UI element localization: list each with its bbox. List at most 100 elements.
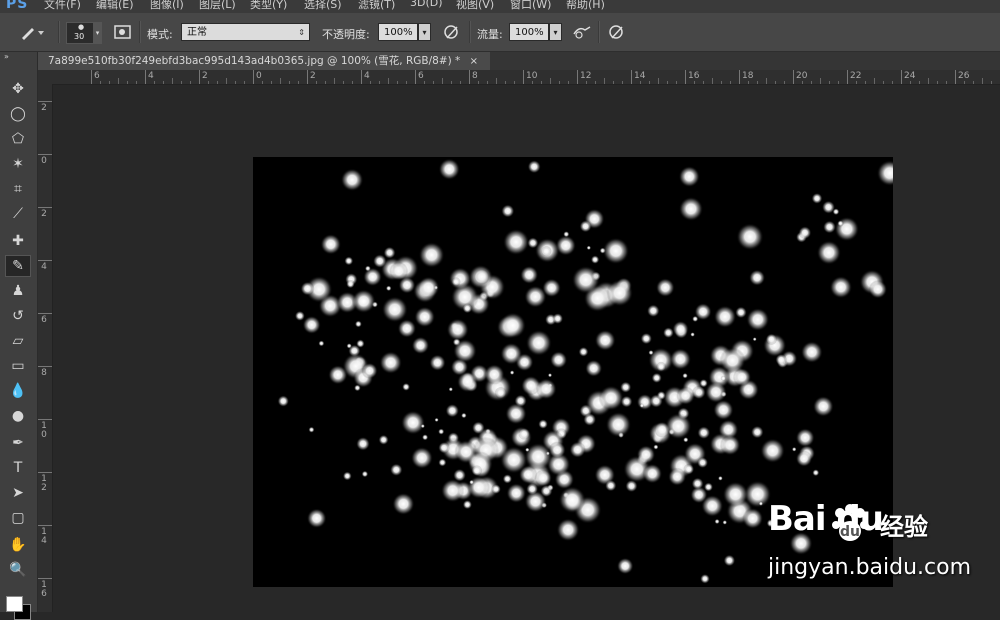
snowflake [402, 382, 411, 391]
snowflake [701, 494, 724, 517]
rectangle-tool[interactable]: ▢ [5, 507, 31, 529]
snowflake [356, 436, 370, 451]
menu-item[interactable]: 窗口(W) [510, 0, 551, 12]
magic-wand-tool[interactable]: ✶ [5, 153, 31, 175]
mode-value: 正常 [187, 27, 207, 38]
spot-healing-tool[interactable]: ✚ [5, 230, 31, 252]
menu-item[interactable]: 3D(D) [410, 0, 443, 9]
document-tab-strip: 7a899e510fb30f249ebfd3bac995d143ad4b0365… [0, 52, 1000, 70]
document-tab[interactable]: 7a899e510fb30f249ebfd3bac995d143ad4b0365… [38, 52, 491, 70]
ruler-h-label: 4 [148, 71, 154, 81]
airbrush-icon[interactable] [571, 22, 593, 42]
crop-tool[interactable]: ⌗ [5, 178, 31, 200]
snowflake [697, 457, 709, 469]
snowflake [798, 226, 812, 240]
type-tool[interactable]: T [5, 457, 31, 479]
snowflake [649, 394, 663, 408]
menu-item[interactable]: 视图(V) [456, 0, 494, 12]
svg-text:du: du [840, 524, 860, 540]
snowflake [411, 336, 430, 355]
elliptical-marquee-icon: ◯ [10, 106, 26, 122]
snowflake [351, 289, 376, 314]
snowflake [389, 261, 409, 281]
snowflake [453, 339, 477, 363]
menu-item[interactable]: 图像(I) [150, 0, 184, 12]
pressure-size-icon[interactable] [606, 22, 628, 42]
horizontal-ruler: 6 4 2 0 2 4 6 8 10 12 14 16 18 20 22 24 26 [38, 70, 1000, 85]
snowflake [527, 237, 539, 249]
pen-tool[interactable]: ✒ [5, 432, 31, 454]
baidu-jingyan-text: 经验 [880, 513, 928, 541]
foreground-color-swatch[interactable] [6, 596, 23, 612]
snowflake [320, 234, 342, 255]
opacity-input[interactable]: 100% [378, 23, 418, 41]
snowflake [669, 348, 692, 370]
snowflake [418, 242, 445, 268]
snowflake [524, 285, 547, 308]
snowflake [518, 427, 531, 440]
snowflake [723, 554, 736, 567]
snowflake [722, 520, 728, 525]
snowflake [500, 342, 523, 365]
menu-item[interactable]: 编辑(E) [96, 0, 134, 12]
polygonal-lasso-tool[interactable]: ⬠ [5, 128, 31, 150]
snowflake [451, 277, 461, 287]
snowflake [397, 319, 417, 338]
snowflake [642, 463, 663, 484]
opacity-dropdown-button[interactable]: ▾ [418, 23, 431, 41]
ruler-v-label: 12 [41, 474, 47, 493]
brush-preset-icon[interactable] [18, 22, 44, 42]
flow-input[interactable]: 100% [509, 23, 549, 41]
move-tool[interactable]: ✥ [5, 78, 31, 100]
flow-dropdown-button[interactable]: ▾ [549, 23, 562, 41]
snowflake [306, 508, 327, 529]
app-logo: PS [6, 0, 29, 12]
pressure-opacity-icon[interactable] [441, 22, 463, 42]
snowflake [639, 403, 645, 408]
menu-item[interactable]: 选择(S) [304, 0, 342, 12]
gradient-tool[interactable]: ▭ [5, 355, 31, 377]
menu-item[interactable]: 类型(Y) [250, 0, 287, 12]
snowflake [308, 426, 315, 433]
ruler-h-label: 16 [688, 71, 700, 81]
snowflake [535, 378, 557, 400]
snowflake [534, 469, 552, 487]
close-icon[interactable]: × [470, 56, 478, 67]
snowflake [506, 483, 527, 503]
dodge-tool[interactable]: ● [5, 405, 31, 427]
hand-tool[interactable]: ✋ [5, 534, 31, 556]
snowflake [816, 240, 842, 265]
snowflake [277, 395, 290, 407]
snowflake [473, 268, 490, 285]
history-brush-tool[interactable]: ↺ [5, 305, 31, 327]
snowflake [646, 304, 660, 318]
ruler-v-label: 6 [41, 315, 47, 325]
ruler-h-label: 8 [472, 71, 478, 81]
blur-tool[interactable]: 💧 [5, 380, 31, 402]
clone-stamp-tool[interactable]: ♟ [5, 280, 31, 302]
eraser-tool[interactable]: ▱ [5, 330, 31, 352]
menu-item[interactable]: 滤镜(T) [358, 0, 395, 12]
snowflake [446, 318, 469, 341]
brush-panel-toggle-icon[interactable] [112, 22, 134, 42]
collapse-icon[interactable]: » [4, 52, 33, 61]
brush-size-picker[interactable]: ● 30 ▾ [66, 22, 102, 44]
zoom-tool[interactable]: 🔍 [5, 559, 31, 581]
snowflake [590, 255, 600, 264]
menu-item[interactable]: 文件(F) [44, 0, 81, 12]
crop-icon: ⌗ [14, 181, 22, 197]
snowflake [361, 470, 369, 478]
snowflake [390, 463, 403, 477]
elliptical-marquee-tool[interactable]: ◯ [5, 103, 31, 125]
ruler-h-label: 26 [958, 71, 970, 81]
ruler-h-label: 4 [364, 71, 370, 81]
brush-tool[interactable]: ✎ [5, 255, 31, 277]
path-selection-tool[interactable]: ➤ [5, 482, 31, 504]
eyedropper-tool[interactable]: ⟋ [5, 203, 31, 225]
menu-item[interactable]: 图层(L) [199, 0, 236, 12]
menu-item[interactable]: 帮助(H) [566, 0, 605, 12]
snowflake [344, 256, 354, 266]
mode-select[interactable]: 正常 ⇕ [181, 23, 310, 41]
ruler-h-label: 2 [202, 71, 208, 81]
snowflake [720, 375, 726, 381]
